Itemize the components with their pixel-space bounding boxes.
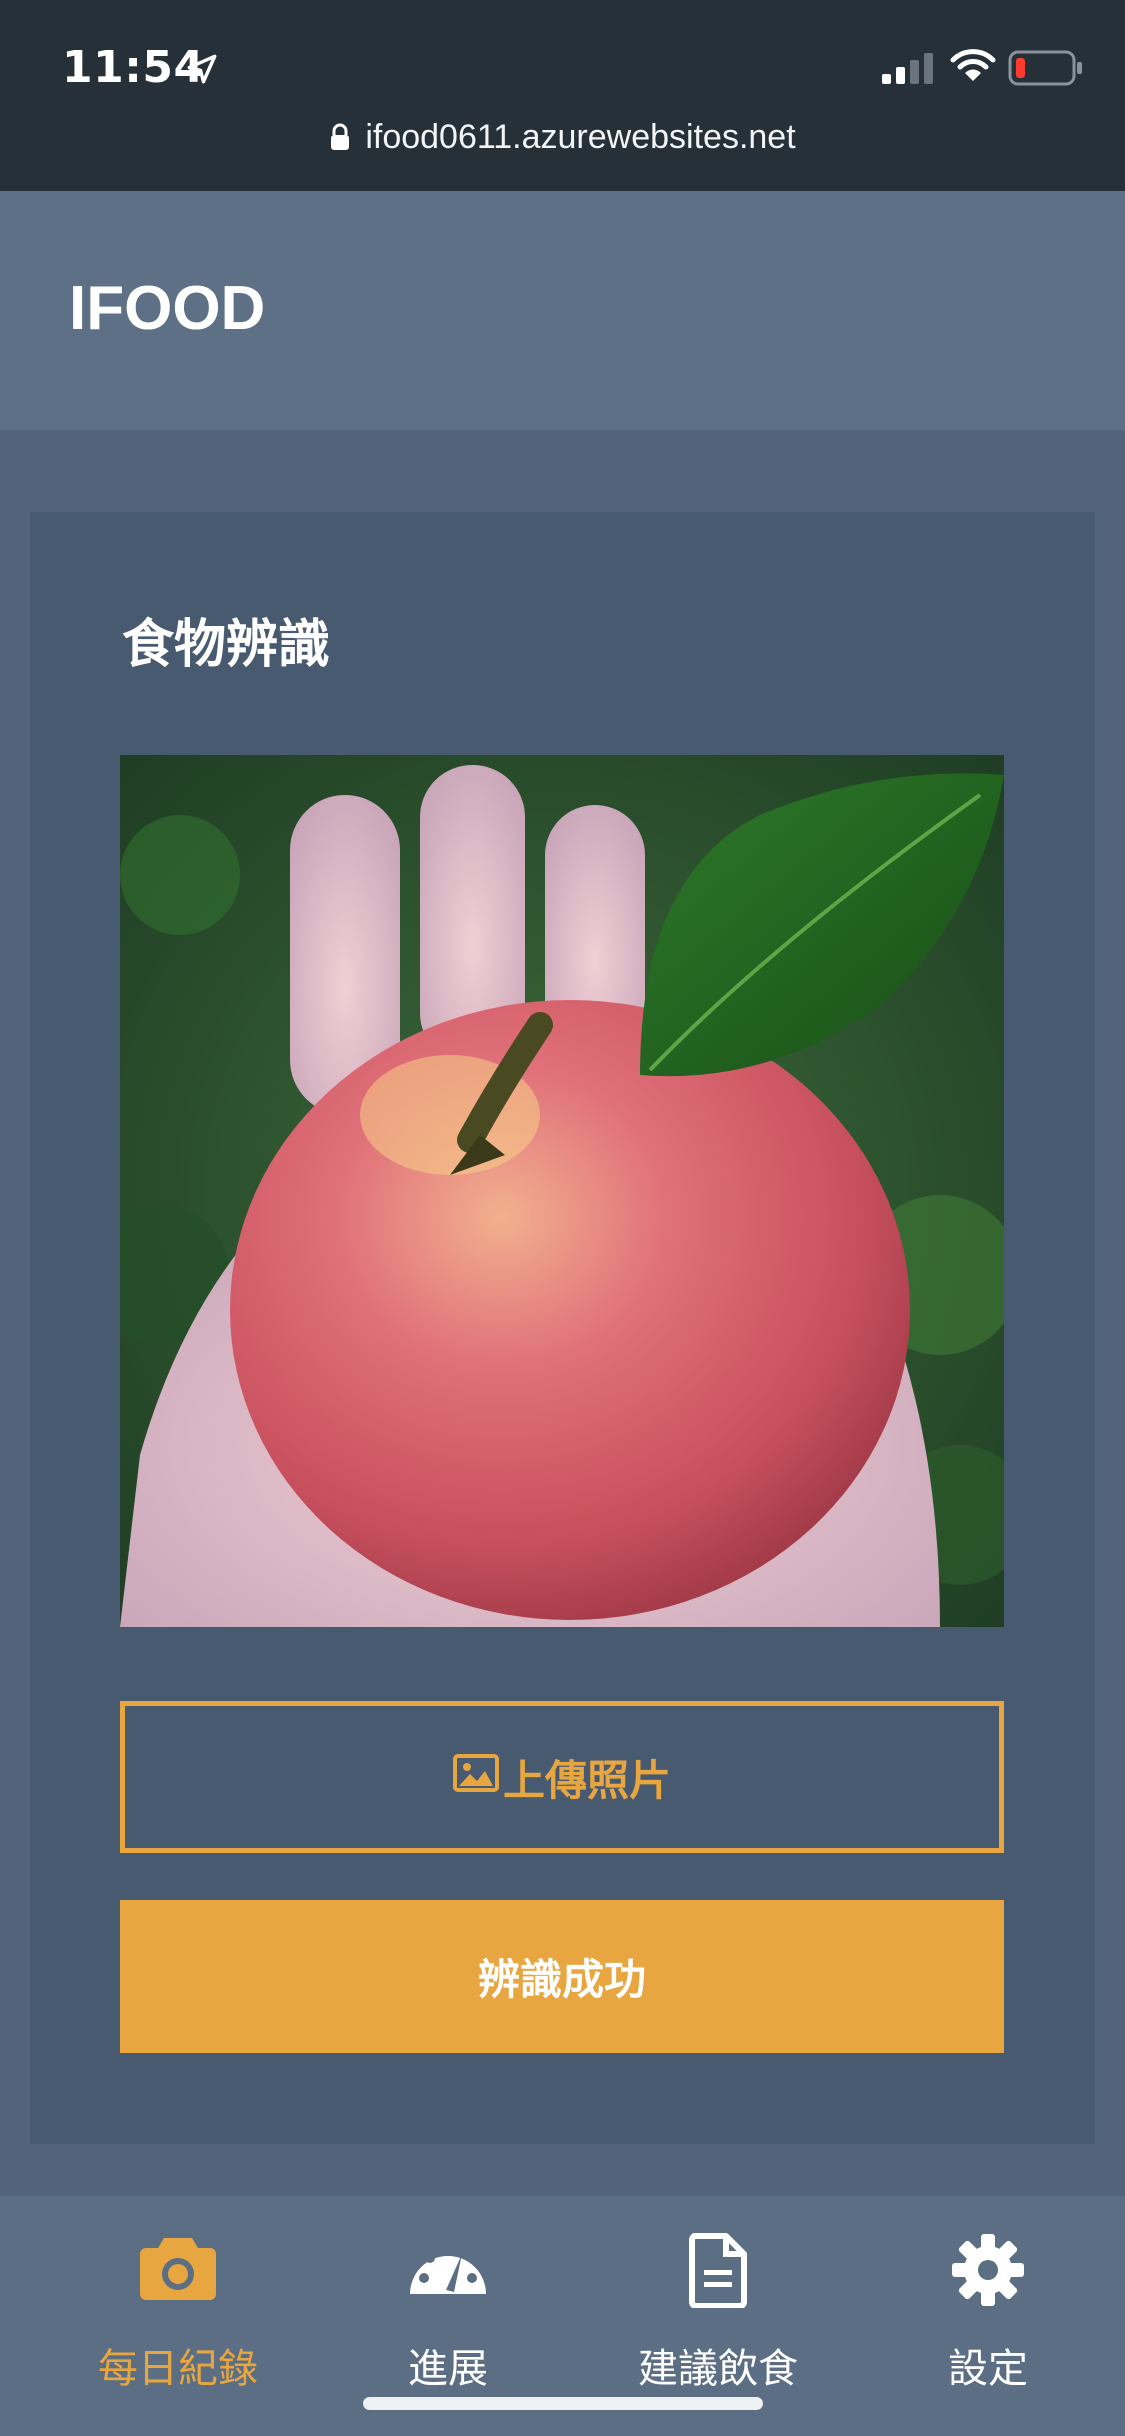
camera-icon xyxy=(38,2232,318,2302)
tab-label: 每日紀錄 xyxy=(98,2346,258,2392)
recognition-result-button[interactable]: 辨識成功 xyxy=(120,1900,1004,2053)
food-photo xyxy=(120,755,1004,1627)
home-indicator[interactable] xyxy=(363,2397,763,2410)
brand-title: IFOOD xyxy=(69,274,266,343)
location-arrow-icon xyxy=(185,52,219,90)
status-bar: 11:54 ifood0611.azurewebsites.net xyxy=(0,0,1125,191)
card-title: 食物辨識 xyxy=(122,615,331,675)
upload-photo-button[interactable]: 上傳照片 xyxy=(120,1701,1004,1853)
address-bar[interactable]: ifood0611.azurewebsites.net xyxy=(0,118,1125,160)
recognition-result-label: 辨識成功 xyxy=(477,1955,646,2004)
cellular-signal-icon xyxy=(880,52,936,88)
tab-daily-record[interactable]: 每日紀錄 xyxy=(38,2196,318,2436)
document-icon xyxy=(578,2232,858,2308)
tab-label: 進展 xyxy=(408,2346,488,2392)
app-header: IFOOD xyxy=(0,191,1125,430)
url-text: ifood0611.azurewebsites.net xyxy=(365,118,796,156)
food-recognition-card: 食物辨識 上傳照片 辨識成功 xyxy=(30,512,1095,2144)
gear-icon xyxy=(848,2232,1125,2308)
tab-label: 設定 xyxy=(948,2346,1028,2392)
status-time: 11:54 xyxy=(62,42,205,93)
wifi-icon xyxy=(950,48,996,88)
dashboard-icon xyxy=(308,2232,588,2302)
lock-icon xyxy=(329,121,351,160)
image-icon xyxy=(452,1753,503,1802)
tab-settings[interactable]: 設定 xyxy=(848,2196,1125,2436)
tab-label: 建議飲食 xyxy=(638,2346,798,2392)
battery-icon xyxy=(1008,50,1084,90)
upload-photo-label: 上傳照片 xyxy=(502,1755,671,1805)
